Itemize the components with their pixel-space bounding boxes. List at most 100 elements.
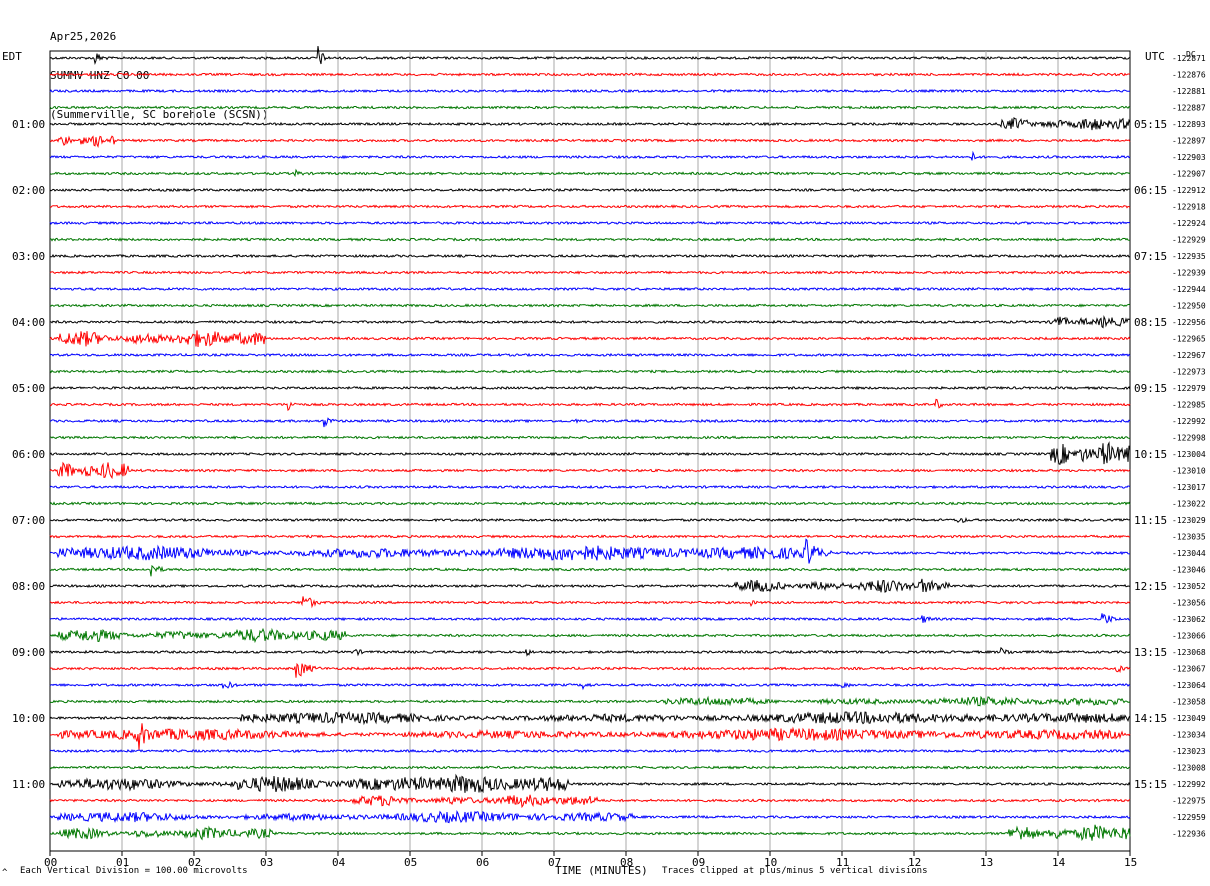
trace-offset-label: -122979	[1172, 384, 1206, 393]
seismic-trace	[49, 534, 1131, 539]
seismic-trace	[49, 596, 1131, 609]
right-hour-label: 12:15	[1134, 580, 1167, 593]
trace-offset-label: -122876	[1172, 71, 1206, 80]
seismic-trace	[49, 501, 1131, 506]
right-hour-label: 11:15	[1134, 514, 1167, 527]
left-hour-label: 07:00	[12, 514, 45, 527]
trace-offset-label: -122956	[1172, 318, 1206, 327]
seismic-trace	[49, 773, 1131, 794]
trace-offset-label: -122998	[1172, 434, 1206, 443]
seismic-trace	[49, 578, 1131, 593]
trace-offset-label: -122950	[1172, 302, 1206, 311]
seismic-trace	[49, 116, 1131, 131]
seismic-trace	[49, 72, 1131, 77]
trace-offset-label: -123064	[1172, 681, 1206, 690]
dc-label: DC	[1186, 50, 1196, 59]
trace-offset-label: -123049	[1172, 714, 1206, 723]
trace-offset-labels: -122871-122876-122881-122887-122893-1228…	[1172, 54, 1206, 839]
seismic-trace	[49, 369, 1131, 374]
trace-offset-label: -122959	[1172, 813, 1206, 822]
right-hour-label: 15:15	[1134, 778, 1167, 791]
left-hour-label: 05:00	[12, 382, 45, 395]
right-hour-label: 13:15	[1134, 646, 1167, 659]
seismic-trace	[49, 613, 1131, 624]
x-tick-label: 03	[260, 856, 273, 869]
trace-offset-label: -122965	[1172, 335, 1206, 344]
x-axis-title: TIME (MINUTES)	[555, 864, 648, 877]
trace-offset-label: -122936	[1172, 830, 1206, 839]
seismic-trace	[49, 435, 1131, 440]
seismic-trace	[49, 150, 1131, 161]
seismic-trace	[49, 765, 1131, 770]
x-tick-label: 13	[980, 856, 993, 869]
minute-gridlines	[121, 51, 1059, 851]
trace-offset-label: -122903	[1172, 153, 1206, 162]
left-hour-label: 04:00	[12, 316, 45, 329]
seismic-trace	[49, 314, 1131, 329]
trace-offset-label: -123008	[1172, 764, 1206, 773]
left-hour-label: 06:00	[12, 448, 45, 461]
left-hour-labels: 01:00 02:00 03:00 04:00 05:00 06:00 07:00 08:00…	[12, 118, 45, 791]
seismic-trace	[49, 220, 1131, 226]
trace-offset-label: -123056	[1172, 599, 1206, 608]
seismic-trace	[49, 417, 1131, 428]
trace-offset-label: -123034	[1172, 731, 1206, 740]
trace-offset-label: -122912	[1172, 186, 1206, 195]
left-hour-label: 01:00	[12, 118, 45, 131]
right-hour-label: 10:15	[1134, 448, 1167, 461]
seismic-trace	[49, 88, 1130, 94]
trace-offset-label: -123004	[1172, 450, 1206, 459]
trace-offset-label: -122887	[1172, 104, 1206, 113]
seismic-trace	[49, 461, 1131, 480]
right-hour-label: 14:15	[1134, 712, 1167, 725]
seismic-trace	[49, 748, 1131, 754]
seismic-trace	[49, 810, 1131, 824]
trace-offset-label: -122881	[1172, 87, 1206, 96]
plot-frame	[49, 50, 1131, 852]
trace-offset-label: -122975	[1172, 797, 1206, 806]
seismic-trace	[49, 824, 1131, 842]
seismic-trace	[49, 538, 1130, 564]
trace-offset-label: -123029	[1172, 516, 1206, 525]
trace-offset-label: -123023	[1172, 747, 1206, 756]
seismic-trace	[49, 385, 1131, 391]
x-tick-label: 14	[1052, 856, 1066, 869]
right-zone-label: UTC	[1145, 50, 1165, 63]
seismic-trace	[49, 45, 1131, 65]
trace-offset-label: -122985	[1172, 401, 1206, 410]
trace-offset-label: -122924	[1172, 219, 1206, 228]
seismic-trace	[49, 441, 1131, 465]
left-hour-label: 08:00	[12, 580, 45, 593]
clip-note: Traces clipped at plus/minus 5 vertical …	[662, 866, 928, 876]
trace-offset-label: -123066	[1172, 632, 1206, 641]
left-hour-label: 03:00	[12, 250, 45, 263]
trace-offset-label: -123017	[1172, 483, 1206, 492]
seismic-trace	[49, 723, 1131, 750]
x-tick-label: 05	[404, 856, 417, 869]
seismic-trace	[49, 564, 1130, 577]
seismic-trace	[49, 711, 1131, 726]
trace-offset-label: -123058	[1172, 698, 1206, 707]
trace-group	[49, 45, 1131, 842]
seismic-trace	[49, 516, 1131, 524]
seismic-trace	[49, 794, 1131, 809]
seismogram-plot: 00 01 02 03 04 05 06 07 08 09 10 11 12 13 14 15 01:0002…	[2, 45, 1206, 877]
seismic-trace	[49, 646, 1131, 657]
seismic-trace	[49, 680, 1131, 691]
trace-offset-label: -123052	[1172, 582, 1206, 591]
x-tick-label: 04	[332, 856, 346, 869]
trace-offset-label: -123046	[1172, 566, 1206, 575]
x-tick-label: 15	[1124, 856, 1137, 869]
seismic-trace	[49, 662, 1131, 678]
trace-offset-label: -122939	[1172, 269, 1206, 278]
x-tick-label: 06	[476, 856, 489, 869]
trace-offset-label: -122918	[1172, 203, 1206, 212]
trace-offset-label: -123010	[1172, 467, 1206, 476]
trace-offset-label: -123044	[1172, 549, 1206, 558]
trace-offset-label: -122935	[1172, 252, 1206, 261]
trace-offset-label: -122893	[1172, 120, 1206, 129]
seismic-trace	[49, 303, 1131, 308]
seismic-trace	[49, 168, 1131, 178]
seismic-trace	[49, 398, 1131, 412]
left-hour-label: 02:00	[12, 184, 45, 197]
